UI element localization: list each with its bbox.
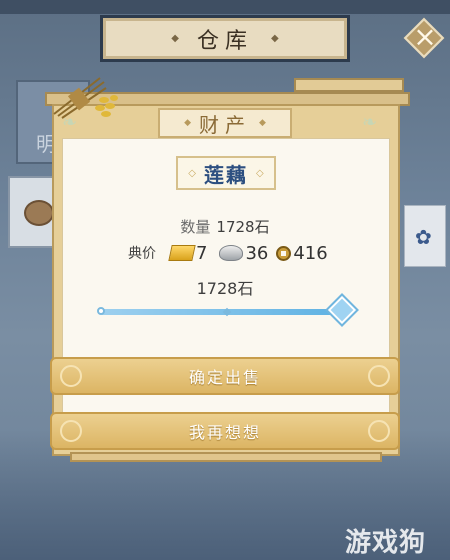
dialog-title-tab: ◆ 财产 ◆ (158, 108, 292, 138)
item-name-box: ◇ 莲藕 ◇ (176, 156, 276, 190)
ornament-dot-icon: ◆ (184, 118, 191, 128)
diamond-icon: ◇ (256, 167, 264, 179)
price-gold: 7 (196, 242, 208, 264)
cloud-ornament-icon (368, 420, 390, 442)
bamboo-icon: ❧ (62, 112, 78, 133)
quantity-slider-track[interactable] (100, 309, 342, 315)
price-copper: 416 (293, 242, 328, 264)
price-label: 典价 (128, 246, 156, 262)
cloud-ornament-icon (60, 420, 82, 442)
warehouse-title: 仓库 (196, 28, 253, 54)
watermark-logo: 游戏狗 (345, 528, 427, 558)
cloud-ornament-icon (368, 365, 390, 387)
silver-ingot-icon (219, 245, 244, 261)
price-silver: 36 (245, 242, 269, 264)
diamond-icon: ◇ (188, 167, 196, 179)
cloud-ornament-icon (60, 365, 82, 387)
confirm-sell-button[interactable]: 确定出售 (50, 357, 400, 395)
item-name: 莲藕 (204, 162, 248, 187)
close-icon[interactable]: × (410, 22, 440, 52)
confirm-sell-label: 确定出售 (188, 368, 261, 387)
quantity-slider-fill (100, 309, 342, 315)
slider-start-marker (97, 307, 105, 315)
gold-ingot-icon (168, 245, 196, 261)
warehouse-header: ◆ 仓库 ◆ (100, 15, 350, 62)
dialog-bottom-rail (70, 452, 382, 462)
quantity-row: 数量 1728石 (0, 216, 450, 237)
price-row: 典价 7 36 416 (128, 241, 328, 265)
top-bar (0, 0, 450, 14)
sell-amount: 1728石 (196, 279, 254, 298)
wheat-bundle-icon (53, 77, 118, 119)
dialog-roof-cap (294, 78, 404, 92)
ornament-dot-icon: ◆ (171, 33, 179, 44)
ornament-dot-icon: ◆ (259, 118, 266, 128)
quantity-value: 1728石 (216, 218, 270, 236)
reconsider-label: 我再想想 (188, 423, 261, 442)
bamboo-icon: ❧ (362, 112, 378, 133)
quantity-label: 数量 (180, 218, 211, 236)
reconsider-button[interactable]: 我再想想 (50, 412, 400, 450)
ornament-dot-icon: ◆ (271, 33, 279, 44)
dialog-title: 财产 (199, 112, 251, 137)
copper-coin-icon (276, 245, 292, 261)
